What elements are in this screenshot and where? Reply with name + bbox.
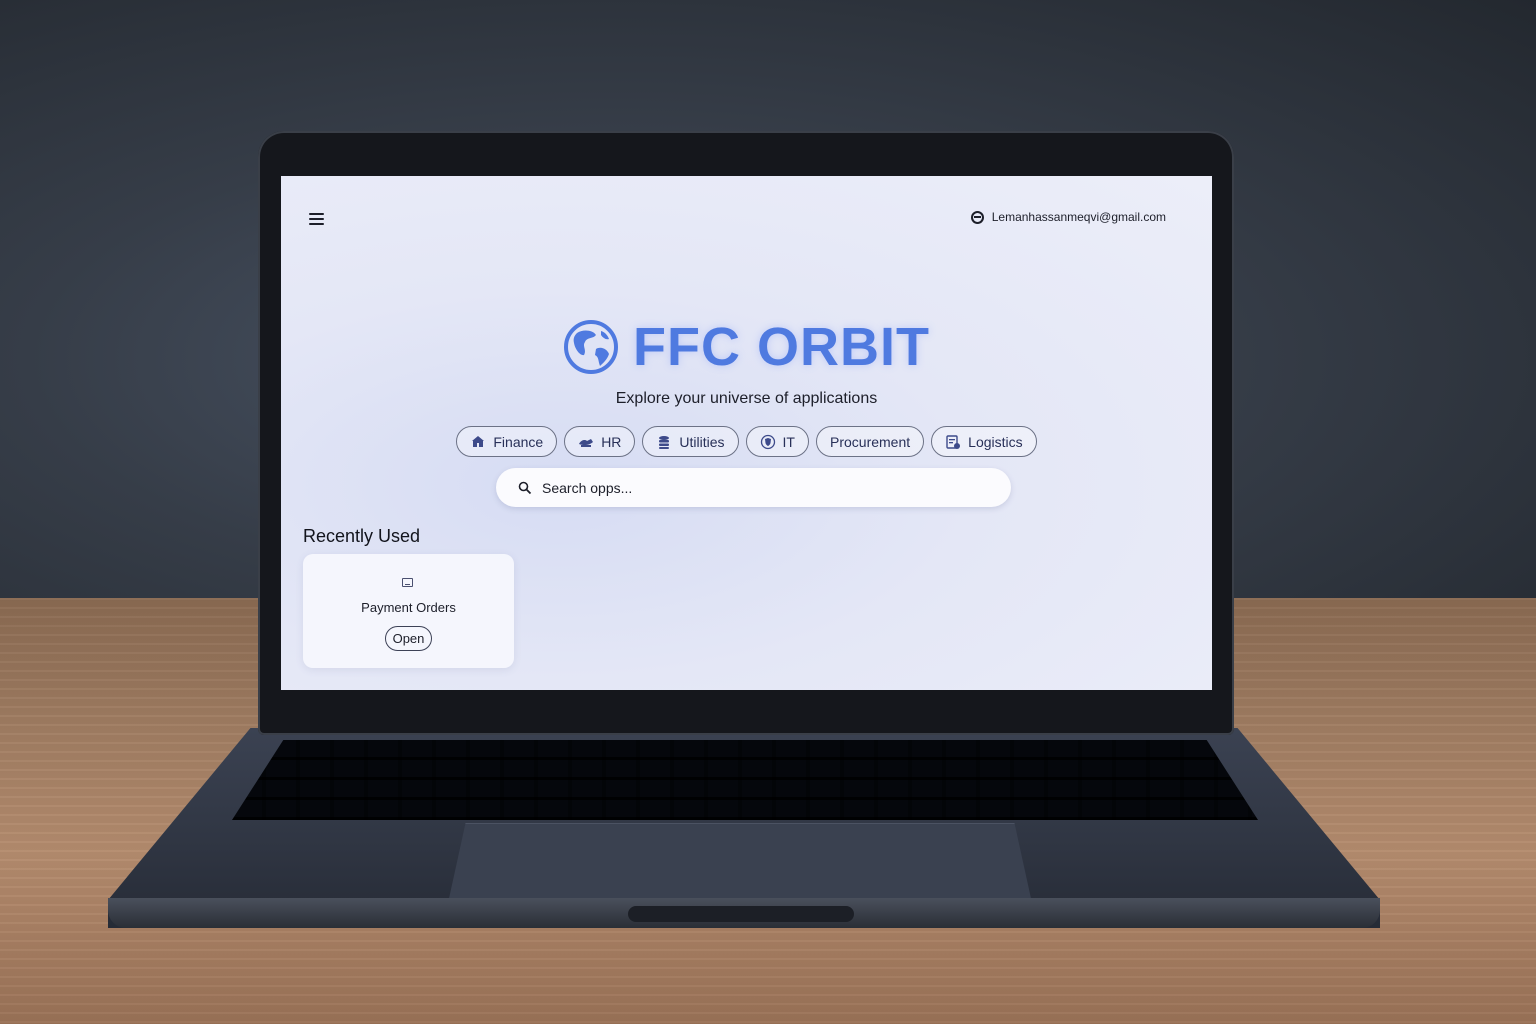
recently-used-heading: Recently Used: [303, 526, 421, 546]
bank-icon: [472, 435, 485, 447]
chip-label: Finance: [493, 433, 544, 450]
chip-utilities[interactable]: Utilities: [642, 426, 739, 457]
laptop-trackpad: [448, 823, 1032, 903]
chip-hr[interactable]: HR: [564, 426, 636, 457]
open-button[interactable]: Open: [385, 626, 432, 651]
chip-label: HR: [601, 433, 622, 450]
search-input[interactable]: [542, 479, 982, 496]
account-icon: [970, 210, 984, 224]
laptop-hinge-notch: [628, 906, 854, 922]
category-chips: Finance HR Utilities IT Procurement Logi…: [281, 426, 1212, 457]
recent-app-card[interactable]: Payment Orders Open: [303, 554, 514, 668]
laptop-keyboard: [232, 740, 1258, 820]
recent-app-name: Payment Orders: [361, 600, 456, 615]
monitor-icon: [402, 578, 413, 587]
search-icon: [518, 481, 532, 494]
chip-procurement[interactable]: Procurement: [816, 426, 925, 457]
shield-icon: [760, 434, 775, 449]
globe-icon: [564, 320, 619, 374]
brand-header: FFC ORBIT: [281, 316, 1212, 378]
search-bar[interactable]: [496, 468, 1011, 507]
people-icon: [579, 438, 594, 447]
chip-finance[interactable]: Finance: [456, 426, 558, 457]
hamburger-menu-icon[interactable]: [309, 209, 329, 229]
account-email: Lemanhassanmeqvi@gmail.com: [991, 210, 1166, 224]
brand-title: FFC ORBIT: [633, 317, 930, 377]
chip-label: Utilities: [679, 433, 725, 450]
app-screen: Lemanhassanmeqvi@gmail.com FFC ORBIT Exp…: [281, 176, 1212, 690]
stack-icon: [659, 435, 670, 449]
tagline: Explore your universe of applications: [615, 390, 878, 407]
chip-label: Logistics: [968, 433, 1023, 450]
chip-label: Procurement: [830, 433, 911, 450]
chip-label: IT: [782, 433, 795, 450]
account-area[interactable]: Lemanhassanmeqvi@gmail.com: [970, 210, 1166, 224]
clipboard-icon: [946, 434, 961, 449]
chip-it[interactable]: IT: [745, 426, 809, 457]
chip-logistics[interactable]: Logistics: [931, 426, 1037, 457]
